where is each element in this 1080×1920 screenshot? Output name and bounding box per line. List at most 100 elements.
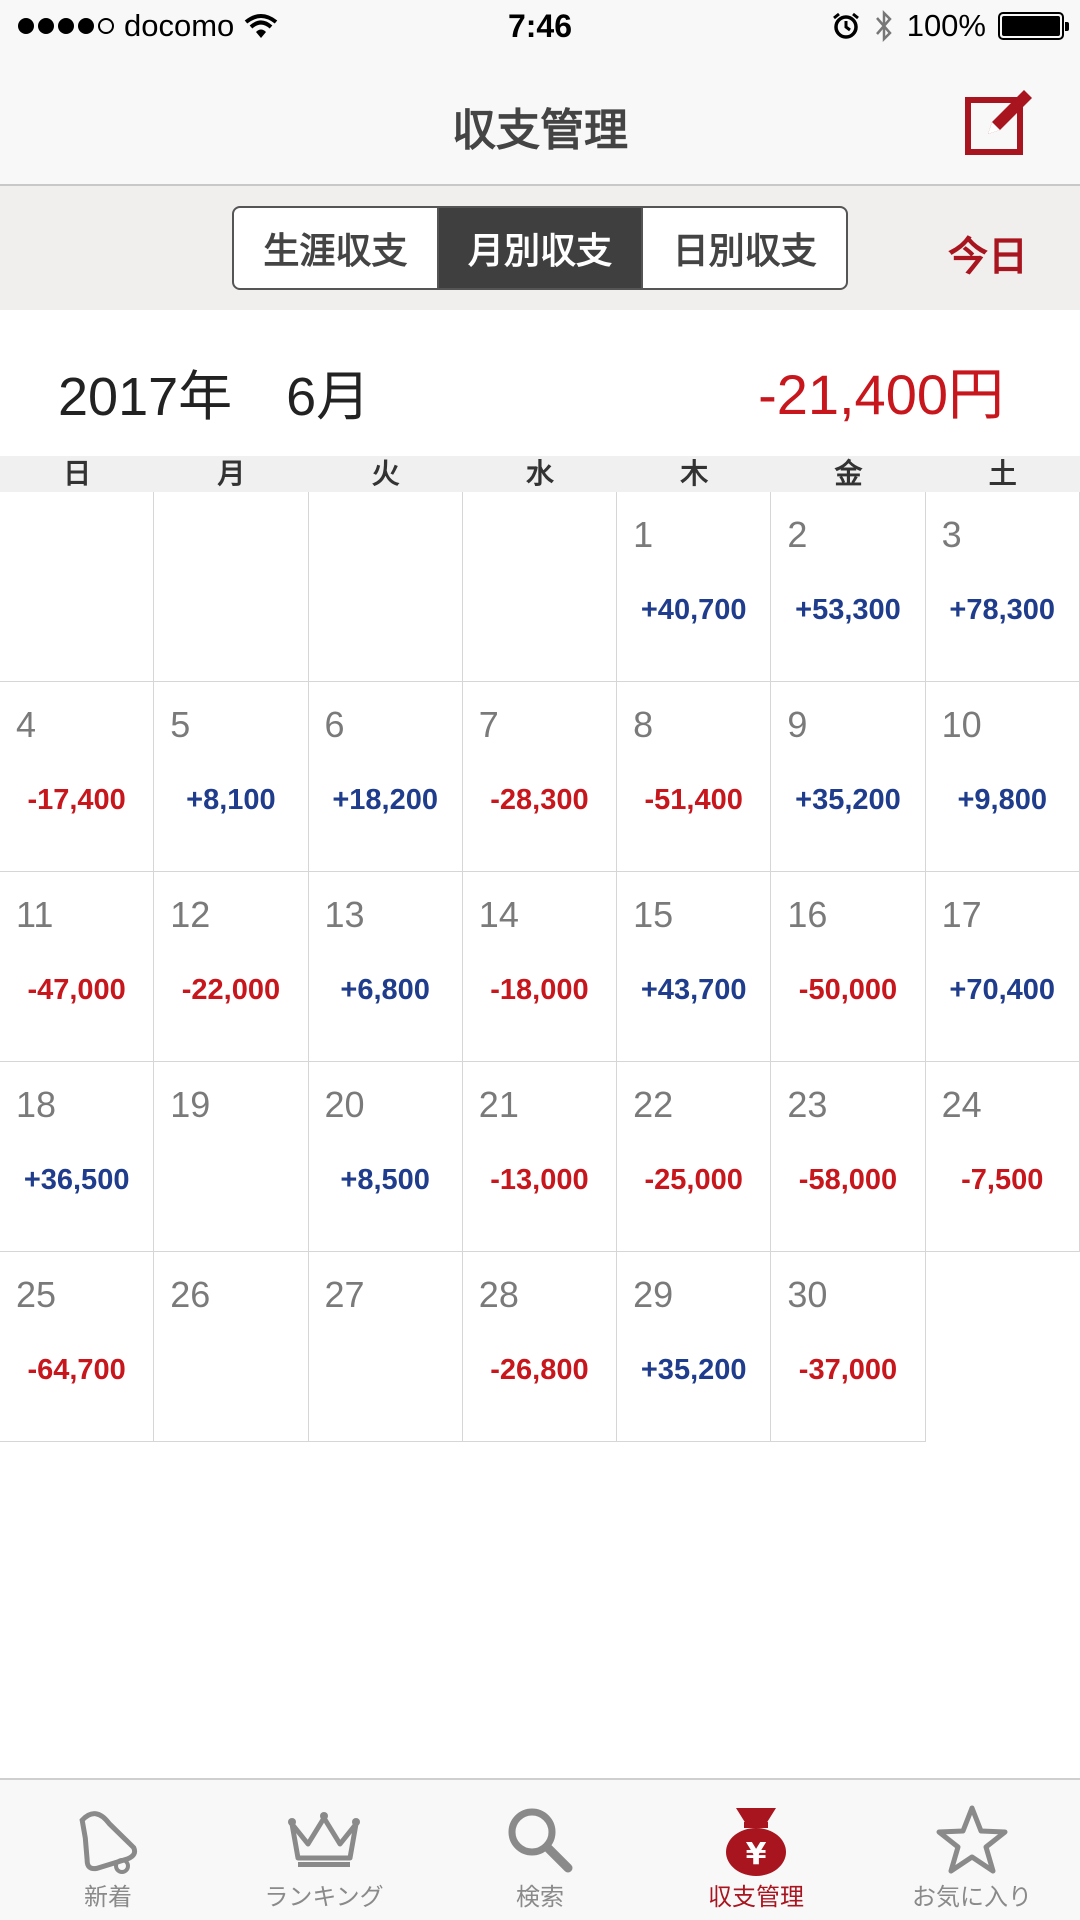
- tab-label: 新着: [84, 1883, 132, 1911]
- segment-lifetime[interactable]: 生涯収支: [234, 208, 439, 288]
- day-amount: -17,400: [27, 784, 126, 816]
- day-amount: -64,700: [27, 1354, 126, 1386]
- calendar-week: 25 -64,700 26 27 28 -26,800 29 +35,200 30 -37,000: [0, 1252, 1080, 1442]
- navigation-bar: 収支管理: [0, 58, 1080, 186]
- calendar-day-cell[interactable]: 2 +53,300: [771, 492, 926, 682]
- segment-daily[interactable]: 日別収支: [643, 208, 846, 288]
- weekday-label: 木: [680, 457, 709, 490]
- day-number: 30: [787, 1274, 828, 1315]
- calendar-day-cell[interactable]: 26: [154, 1252, 309, 1442]
- day-amount: -18,000: [490, 974, 589, 1006]
- calendar-day-cell[interactable]: 24 -7,500: [925, 1062, 1080, 1252]
- tab-bar: 新着 ランキング 検索 ¥ 収支管理 お気に入り: [0, 1778, 1080, 1920]
- day-amount: +40,700: [640, 594, 747, 626]
- day-number: 24: [941, 1084, 982, 1125]
- day-number: 13: [324, 894, 365, 935]
- calendar-day-cell[interactable]: 12 -22,000: [154, 872, 309, 1062]
- weekday-label: 日: [63, 457, 92, 490]
- weekday-label: 月: [217, 457, 246, 490]
- compose-button[interactable]: [962, 84, 1038, 160]
- calendar-day-cell[interactable]: 27: [308, 1252, 463, 1442]
- calendar-day-cell[interactable]: 17 +70,400: [925, 872, 1080, 1062]
- day-amount: +35,200: [640, 1354, 747, 1386]
- calendar-day-cell[interactable]: 6 +18,200: [308, 682, 463, 872]
- calendar-day-cell[interactable]: 7 -28,300: [462, 682, 618, 872]
- day-number: 2: [787, 514, 808, 555]
- calendar-day-cell[interactable]: 9 +35,200: [771, 682, 926, 872]
- calendar-day-cell[interactable]: 25 -64,700: [0, 1252, 155, 1442]
- day-amount: -25,000: [644, 1164, 743, 1196]
- day-number: 7: [478, 704, 499, 745]
- day-number: 23: [787, 1084, 828, 1125]
- weekday-label: 火: [371, 457, 400, 490]
- month-header: 2017年 6月 -21,400円: [0, 310, 1080, 456]
- period-segmented-control: 生涯収支 月別収支 日別収支: [232, 206, 848, 290]
- bluetooth-icon: [875, 9, 892, 43]
- calendar-week: 18 +36,500 19 20 +8,500 21 -13,000 22 -25,000 23 -…: [0, 1062, 1080, 1252]
- day-number: 3: [941, 514, 962, 555]
- svg-text:¥: ¥: [746, 1837, 767, 1872]
- star-icon: [936, 1805, 1008, 1874]
- tab-search[interactable]: 検索: [432, 1780, 648, 1920]
- calendar-day-cell[interactable]: 13 +6,800: [308, 872, 463, 1062]
- calendar-day-cell[interactable]: 22 -25,000: [617, 1062, 772, 1252]
- month-label: 2017年 6月: [58, 367, 371, 427]
- tab-new[interactable]: 新着: [0, 1780, 216, 1920]
- bell-icon: [79, 1811, 138, 1874]
- calendar-day-cell[interactable]: 15 +43,700: [617, 872, 772, 1062]
- calendar-day-cell[interactable]: 16 -50,000: [771, 872, 926, 1062]
- segment-monthly[interactable]: 月別収支: [438, 208, 644, 288]
- calendar-day-cell[interactable]: 11 -47,000: [0, 872, 155, 1062]
- calendar-day-cell[interactable]: 10 +9,800: [925, 682, 1080, 872]
- calendar-day-cell[interactable]: 14 -18,000: [462, 872, 618, 1062]
- calendar-day-cell[interactable]: 19: [154, 1062, 309, 1252]
- day-number: 1: [633, 514, 654, 555]
- calendar-day-cell[interactable]: 30 -37,000: [771, 1252, 926, 1442]
- day-number: 8: [633, 704, 654, 745]
- day-amount: +8,100: [186, 784, 276, 816]
- day-amount: +8,500: [340, 1164, 430, 1196]
- day-amount: +6,800: [340, 974, 430, 1006]
- calendar-day-cell[interactable]: 29 +35,200: [617, 1252, 772, 1442]
- calendar-day-cell[interactable]: 20 +8,500: [308, 1062, 463, 1252]
- day-amount: -26,800: [490, 1354, 589, 1386]
- day-number: 17: [941, 894, 982, 935]
- calendar-day-cell[interactable]: 18 +36,500: [0, 1062, 155, 1252]
- day-number: 4: [16, 704, 37, 745]
- day-number: 25: [16, 1274, 57, 1315]
- day-number: 15: [633, 894, 674, 935]
- calendar-day-cell[interactable]: 23 -58,000: [771, 1062, 926, 1252]
- day-amount: -47,000: [27, 974, 126, 1006]
- day-number: 18: [16, 1084, 57, 1125]
- day-amount: -37,000: [798, 1354, 898, 1386]
- day-amount: +53,300: [795, 594, 901, 626]
- day-amount: +43,700: [640, 974, 747, 1006]
- calendar-day-cell[interactable]: 4 -17,400: [0, 682, 155, 872]
- day-number: 5: [170, 704, 191, 745]
- day-amount: -58,000: [798, 1164, 898, 1196]
- day-number: 27: [324, 1274, 365, 1315]
- calendar-day-cell[interactable]: 1 +40,700: [617, 492, 772, 682]
- page-title: 収支管理: [452, 105, 628, 156]
- month-total: -21,400円: [758, 363, 1004, 426]
- calendar-empty-cell: [0, 492, 155, 682]
- tab-favorites[interactable]: お気に入り: [864, 1780, 1080, 1920]
- tab-balance[interactable]: ¥ 収支管理: [648, 1780, 864, 1920]
- weekday-label: 土: [988, 457, 1017, 490]
- day-number: 26: [170, 1274, 211, 1315]
- calendar-day-cell[interactable]: 28 -26,800: [462, 1252, 618, 1442]
- calendar-week: 1 +40,700 2 +53,300 3 +78,300: [0, 492, 1080, 682]
- day-amount: +35,200: [795, 784, 901, 816]
- day-number: 22: [633, 1084, 674, 1125]
- calendar-day-cell[interactable]: 21 -13,000: [462, 1062, 618, 1252]
- weekday-header: 日 月 火 水 木 金 土: [0, 456, 1080, 492]
- alarm-icon: [832, 12, 859, 39]
- day-amount: +78,300: [949, 594, 1056, 626]
- battery-icon: [998, 12, 1069, 40]
- calendar-week: 4 -17,400 5 +8,100 6 +18,200 7 -28,300 8 -51,400 9…: [0, 682, 1080, 872]
- tab-ranking[interactable]: ランキング: [216, 1780, 432, 1920]
- calendar-day-cell[interactable]: 3 +78,300: [925, 492, 1080, 682]
- today-button[interactable]: 今日: [948, 224, 1028, 282]
- calendar-day-cell[interactable]: 8 -51,400: [617, 682, 772, 872]
- calendar-day-cell[interactable]: 5 +8,100: [154, 682, 309, 872]
